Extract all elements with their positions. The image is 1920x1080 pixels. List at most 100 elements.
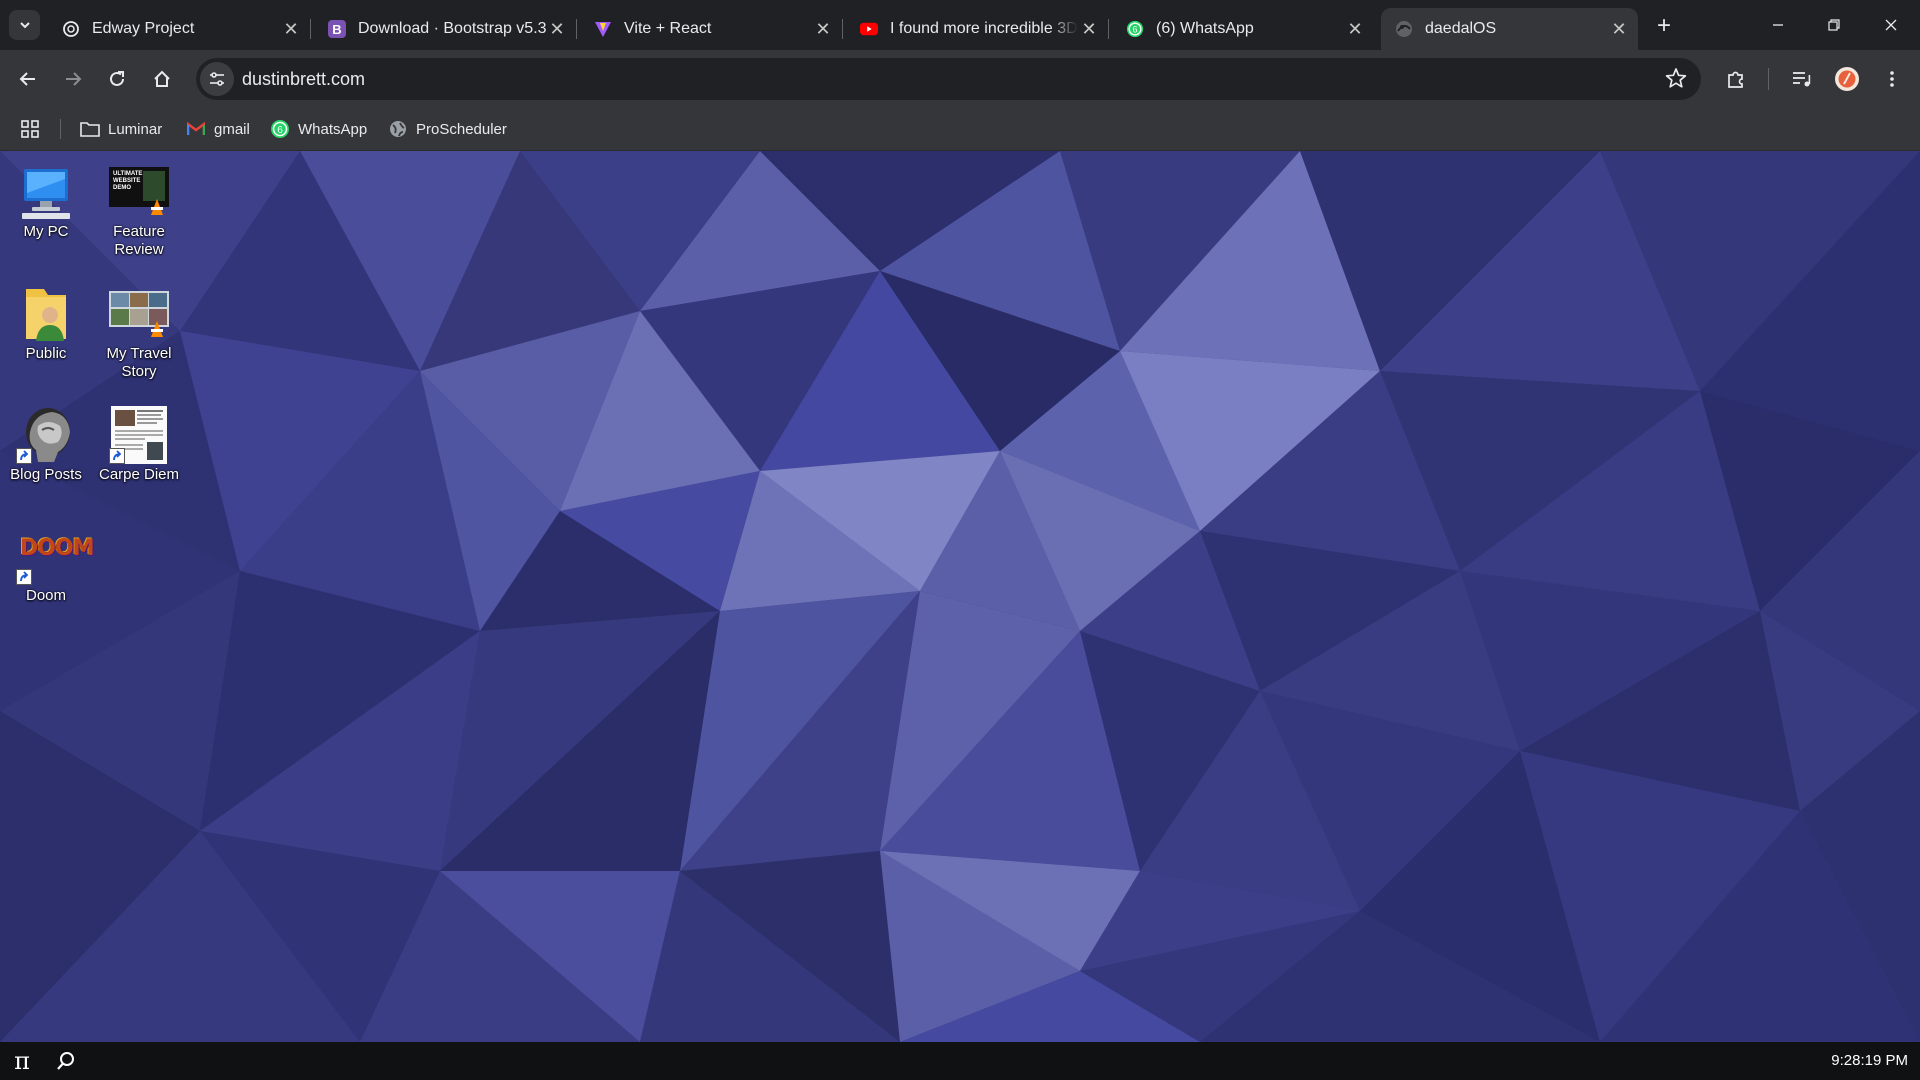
puzzle-icon	[1728, 71, 1743, 88]
bookmark-label: ProScheduler	[416, 120, 507, 138]
tab-bootstrap[interactable]: B Download · Bootstrap v5.3 ✕	[314, 8, 577, 50]
vite-icon	[594, 20, 612, 38]
svg-text:B: B	[332, 22, 341, 37]
desktop-icon-label: Doom	[25, 587, 66, 604]
public-folder-icon	[14, 285, 78, 343]
restore-button[interactable]	[1806, 0, 1862, 50]
reload-icon	[110, 71, 124, 86]
close-window-button[interactable]	[1863, 0, 1919, 50]
globe-icon	[388, 119, 408, 139]
bootstrap-icon: B	[328, 20, 346, 38]
chevron-down-icon	[19, 22, 30, 29]
home-button[interactable]	[145, 62, 179, 96]
whatsapp-badge: 6	[277, 125, 283, 136]
chrome-menu-button[interactable]	[1875, 62, 1909, 96]
tab-title: Vite + React	[624, 20, 712, 37]
video-thumbnail-text: ULTIMATE WEBSITE DEMO	[113, 171, 143, 191]
close-tab-icon[interactable]: ✕	[1608, 18, 1630, 40]
desktop-icon-feature-review[interactable]: ULTIMATE WEBSITE DEMO Feature Review	[93, 163, 185, 259]
bookmarks-divider	[60, 119, 61, 139]
pi-icon: π	[14, 1047, 30, 1075]
video-thumbnail-icon	[107, 285, 171, 343]
daedalos-icon	[1395, 20, 1413, 38]
arrow-left-icon	[19, 72, 35, 86]
profile-avatar-button[interactable]	[1830, 62, 1864, 96]
bookmark-proscheduler[interactable]: ProScheduler	[388, 116, 507, 142]
svg-text:6: 6	[1132, 25, 1137, 35]
address-bar[interactable]: dustinbrett.com	[196, 58, 1701, 100]
tab-title: Download · Bootstrap v5.3	[358, 20, 546, 37]
shortcut-arrow-icon	[109, 448, 125, 464]
bookmark-gmail[interactable]: gmail	[186, 116, 250, 142]
site-info-button[interactable]	[200, 62, 234, 96]
media-controls-button[interactable]	[1785, 62, 1819, 96]
close-tab-icon[interactable]: ✕	[812, 18, 834, 40]
document-thumbnail-icon	[107, 406, 171, 464]
reload-button[interactable]	[100, 62, 134, 96]
url-text[interactable]: dustinbrett.com	[242, 69, 365, 90]
new-tab-button[interactable]: +	[1650, 12, 1678, 40]
more-vert-icon	[1890, 71, 1894, 87]
daedalos-desktop[interactable]: My PC ULTIMATE WEBSITE DEMO Feature Revi…	[0, 151, 1920, 1042]
youtube-icon	[860, 20, 878, 38]
close-tab-icon[interactable]: ✕	[546, 18, 568, 40]
desktop-icon-label: Carpe Diem	[98, 466, 180, 483]
tab-edway-project[interactable]: Edway Project ✕	[48, 8, 311, 50]
tab-search-button[interactable]	[9, 10, 40, 40]
desktop-icon-label: Public	[25, 345, 67, 362]
desktop-icon-label: My Travel Story	[106, 345, 172, 380]
tab-title: (6) WhatsApp	[1156, 20, 1254, 37]
restore-icon	[1828, 19, 1840, 31]
bookmarks-bar: Luminar gmail 6 WhatsApp ProScheduler	[0, 108, 1920, 151]
video-thumbnail-icon: ULTIMATE WEBSITE DEMO	[107, 163, 171, 221]
bookmark-luminar[interactable]: Luminar	[80, 116, 162, 142]
doom-logo-icon: DOOM	[14, 527, 95, 585]
toolbar-divider	[1768, 68, 1769, 90]
doom-logo-text: DOOM	[20, 536, 95, 561]
minimize-icon	[1773, 24, 1783, 26]
tab-vite-react[interactable]: Vite + React ✕	[580, 8, 843, 50]
tab-title: I found more incredible 3D	[890, 20, 1078, 37]
tab-whatsapp[interactable]: 6 (6) WhatsApp ✕	[1112, 8, 1374, 50]
close-tab-icon[interactable]: ✕	[280, 18, 302, 40]
tune-icon	[210, 72, 224, 86]
star-icon	[1665, 68, 1687, 88]
search-button[interactable]	[46, 1042, 86, 1080]
desktop-icon-public[interactable]: Public	[0, 285, 92, 363]
desktop-icon-carpe-diem[interactable]: Carpe Diem	[93, 406, 185, 484]
apps-button[interactable]	[20, 116, 40, 142]
playlist-icon	[1793, 72, 1811, 87]
taskbar: π 9:28:19 PM	[0, 1042, 1920, 1080]
tab-separator	[842, 19, 843, 39]
desktop-icon-doom[interactable]: DOOM Doom	[0, 527, 95, 605]
tab-separator	[1108, 19, 1109, 39]
minimize-button[interactable]	[1750, 0, 1806, 50]
wallpaper-image	[0, 151, 1920, 1042]
home-icon	[154, 70, 170, 87]
whatsapp-icon: 6	[1126, 20, 1144, 38]
desktop-icon-label: Feature Review	[113, 223, 165, 258]
back-button[interactable]	[11, 62, 45, 96]
tab-separator	[310, 19, 311, 39]
apps-grid-icon	[21, 120, 39, 138]
desktop-icon-label: My PC	[23, 223, 69, 240]
extensions-button[interactable]	[1719, 62, 1753, 96]
forward-button[interactable]	[56, 62, 90, 96]
head-scan-icon	[14, 406, 78, 464]
gmail-icon	[186, 119, 206, 139]
tab-daedalos[interactable]: daedalOS ✕	[1381, 8, 1638, 50]
bookmark-whatsapp[interactable]: 6 WhatsApp	[270, 116, 367, 142]
tab-youtube-video[interactable]: I found more incredible 3D ✕	[846, 8, 1109, 50]
desktop-icon-blog-posts[interactable]: Blog Posts	[0, 406, 92, 484]
desktop-icon-my-travel-story[interactable]: My Travel Story	[93, 285, 185, 381]
taskbar-clock[interactable]: 9:28:19 PM	[1831, 1052, 1908, 1069]
close-tab-icon[interactable]: ✕	[1344, 18, 1366, 40]
bookmark-label: WhatsApp	[298, 120, 368, 138]
bookmark-star-button[interactable]	[1665, 67, 1687, 94]
start-button[interactable]: π	[2, 1042, 42, 1080]
close-tab-icon[interactable]: ✕	[1078, 18, 1100, 40]
whatsapp-icon: 6	[270, 119, 290, 139]
search-icon	[57, 1052, 74, 1070]
desktop-icon-my-pc[interactable]: My PC	[0, 163, 92, 241]
arrow-right-icon	[66, 72, 82, 86]
